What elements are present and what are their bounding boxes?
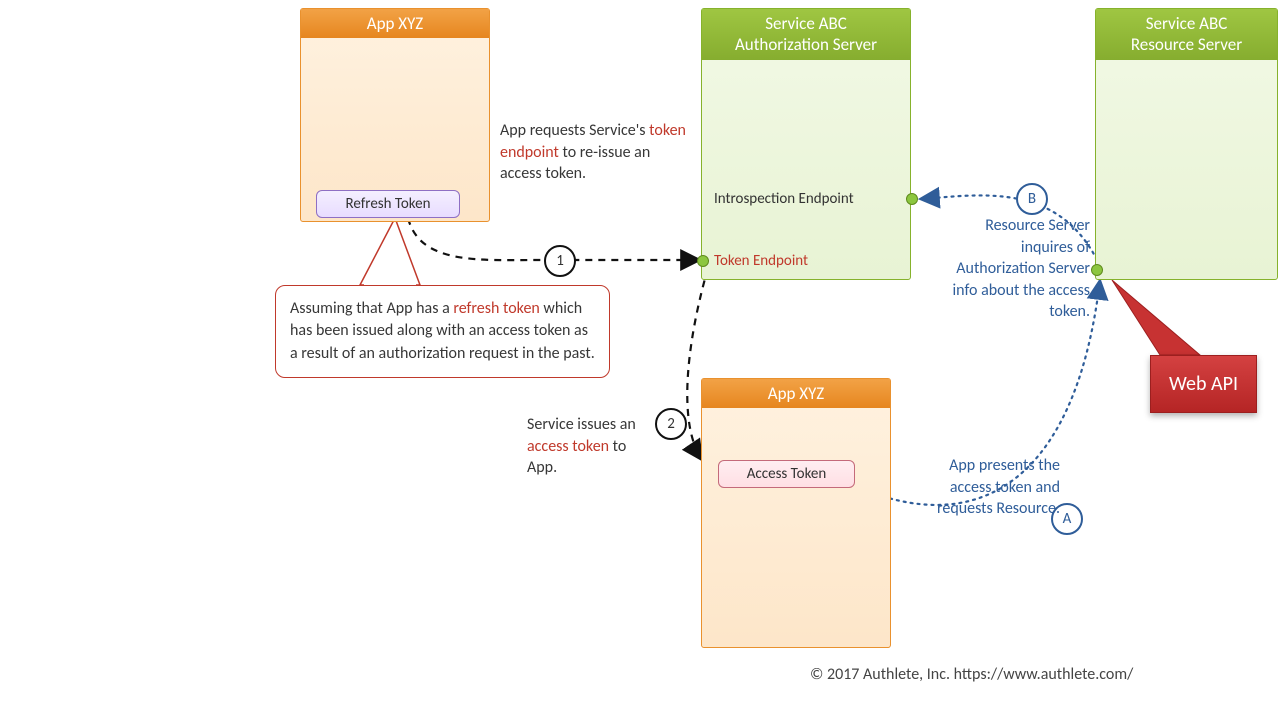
authorization-server-box: Service ABC Authorization Server — [701, 8, 911, 280]
step-b-badge: B — [1016, 183, 1048, 215]
step-1-badge: 1 — [544, 245, 576, 277]
assumption-callout: Assuming that App has a refresh token wh… — [275, 285, 610, 378]
introspection-endpoint-node — [906, 193, 918, 205]
token-endpoint-label: Token Endpoint — [714, 252, 808, 270]
authorization-server-title: Service ABC Authorization Server — [702, 9, 910, 60]
resource-inquires-text: Resource Server inquires of Authorizatio… — [940, 215, 1090, 323]
service-issues-text: Service issues an access token to App. — [527, 414, 657, 479]
app-xyz-title-top: App XYZ — [301, 9, 489, 38]
step-2-badge: 2 — [655, 408, 687, 440]
refresh-token-chip: Refresh Token — [316, 190, 460, 218]
app-xyz-title-bottom: App XYZ — [702, 379, 890, 408]
app-presents-text: App presents the access token and reques… — [910, 455, 1060, 520]
web-api-callout: Web API — [1150, 355, 1257, 413]
diagram-arrows-layer — [0, 0, 1280, 720]
request-token-text: App requests Service's token endpoint to… — [500, 120, 695, 185]
copyright-text: © 2017 Authlete, Inc. https://www.authle… — [810, 665, 1133, 684]
resource-server-box: Service ABC Resource Server — [1095, 8, 1278, 280]
access-token-chip: Access Token — [718, 460, 855, 488]
introspection-endpoint-label: Introspection Endpoint — [714, 190, 854, 208]
resource-server-node — [1091, 264, 1103, 276]
resource-server-title: Service ABC Resource Server — [1096, 9, 1277, 60]
token-endpoint-node — [697, 255, 709, 267]
app-xyz-box-bottom: App XYZ — [701, 378, 891, 648]
